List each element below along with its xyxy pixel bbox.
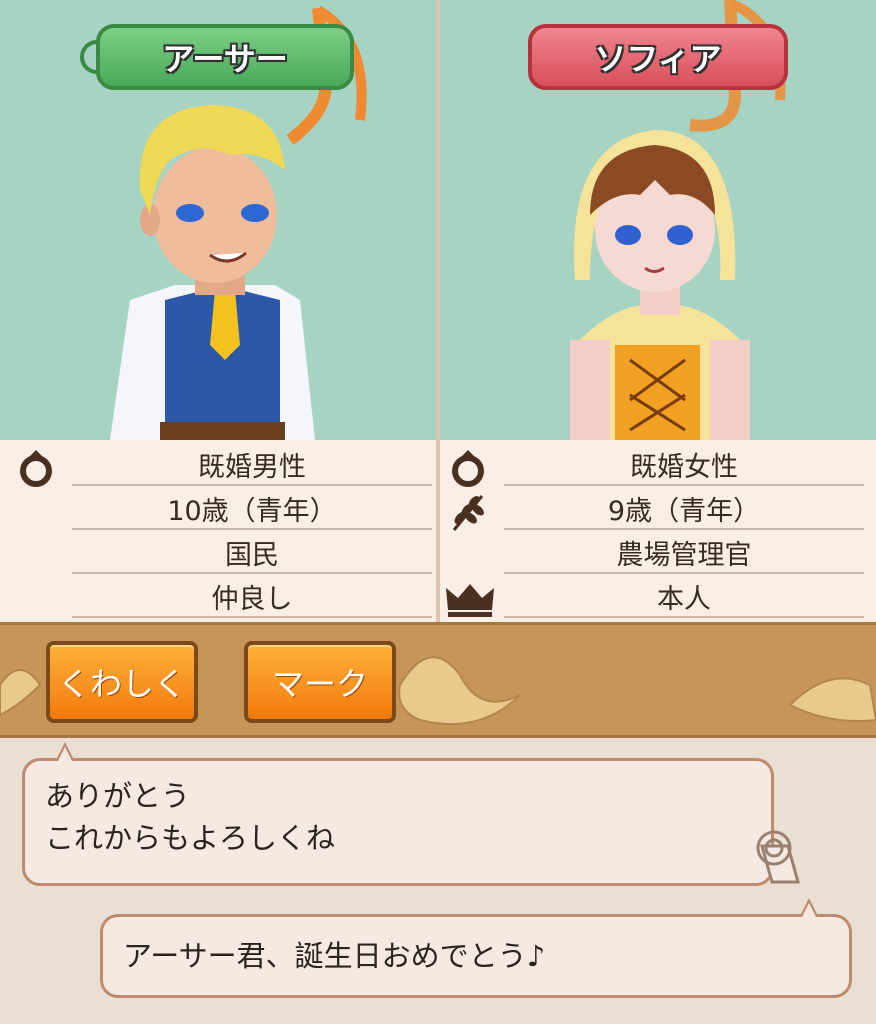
tap-to-continue-icon[interactable] xyxy=(752,826,802,884)
marital-status: 既婚男性 xyxy=(72,444,432,486)
action-bar: くわしく マーク xyxy=(0,622,876,738)
marital-status: 既婚女性 xyxy=(504,444,864,486)
ring-icon xyxy=(452,450,484,487)
details-button[interactable]: くわしく xyxy=(46,641,198,723)
relationship: 本人 xyxy=(504,576,864,618)
name-tag-sofia: ソフィア xyxy=(528,24,788,90)
ring-icon xyxy=(20,450,52,487)
speech-bubble-arthur: ありがとう これからもよろしくね xyxy=(22,758,774,886)
wheat-icon xyxy=(452,495,484,531)
info-panel-arthur: 既婚男性 10歳（青年） 国民 仲良し xyxy=(0,440,436,622)
crown-icon xyxy=(446,584,494,617)
speech-bubble-sofia: アーサー君、誕生日おめでとう♪ xyxy=(100,914,852,998)
name-tag-arthur: アーサー xyxy=(96,24,354,90)
dialogue-line: アーサー君、誕生日おめでとう♪ xyxy=(123,939,546,973)
mark-button[interactable]: マーク xyxy=(244,641,396,723)
relationship: 仲良し xyxy=(72,576,432,618)
age: 9歳（青年） xyxy=(504,488,864,530)
info-panel-sofia: 既婚女性 9歳（青年） 農場管理官 本人 xyxy=(440,440,876,622)
bubble-tail-inner xyxy=(802,903,816,917)
occupation: 国民 xyxy=(72,532,432,574)
occupation: 農場管理官 xyxy=(504,532,864,574)
dialogue-line: ありがとう xyxy=(45,779,191,813)
bubble-tail-inner xyxy=(58,747,72,761)
dialogue-line: これからもよろしくね xyxy=(45,821,336,855)
age: 10歳（青年） xyxy=(72,488,432,530)
